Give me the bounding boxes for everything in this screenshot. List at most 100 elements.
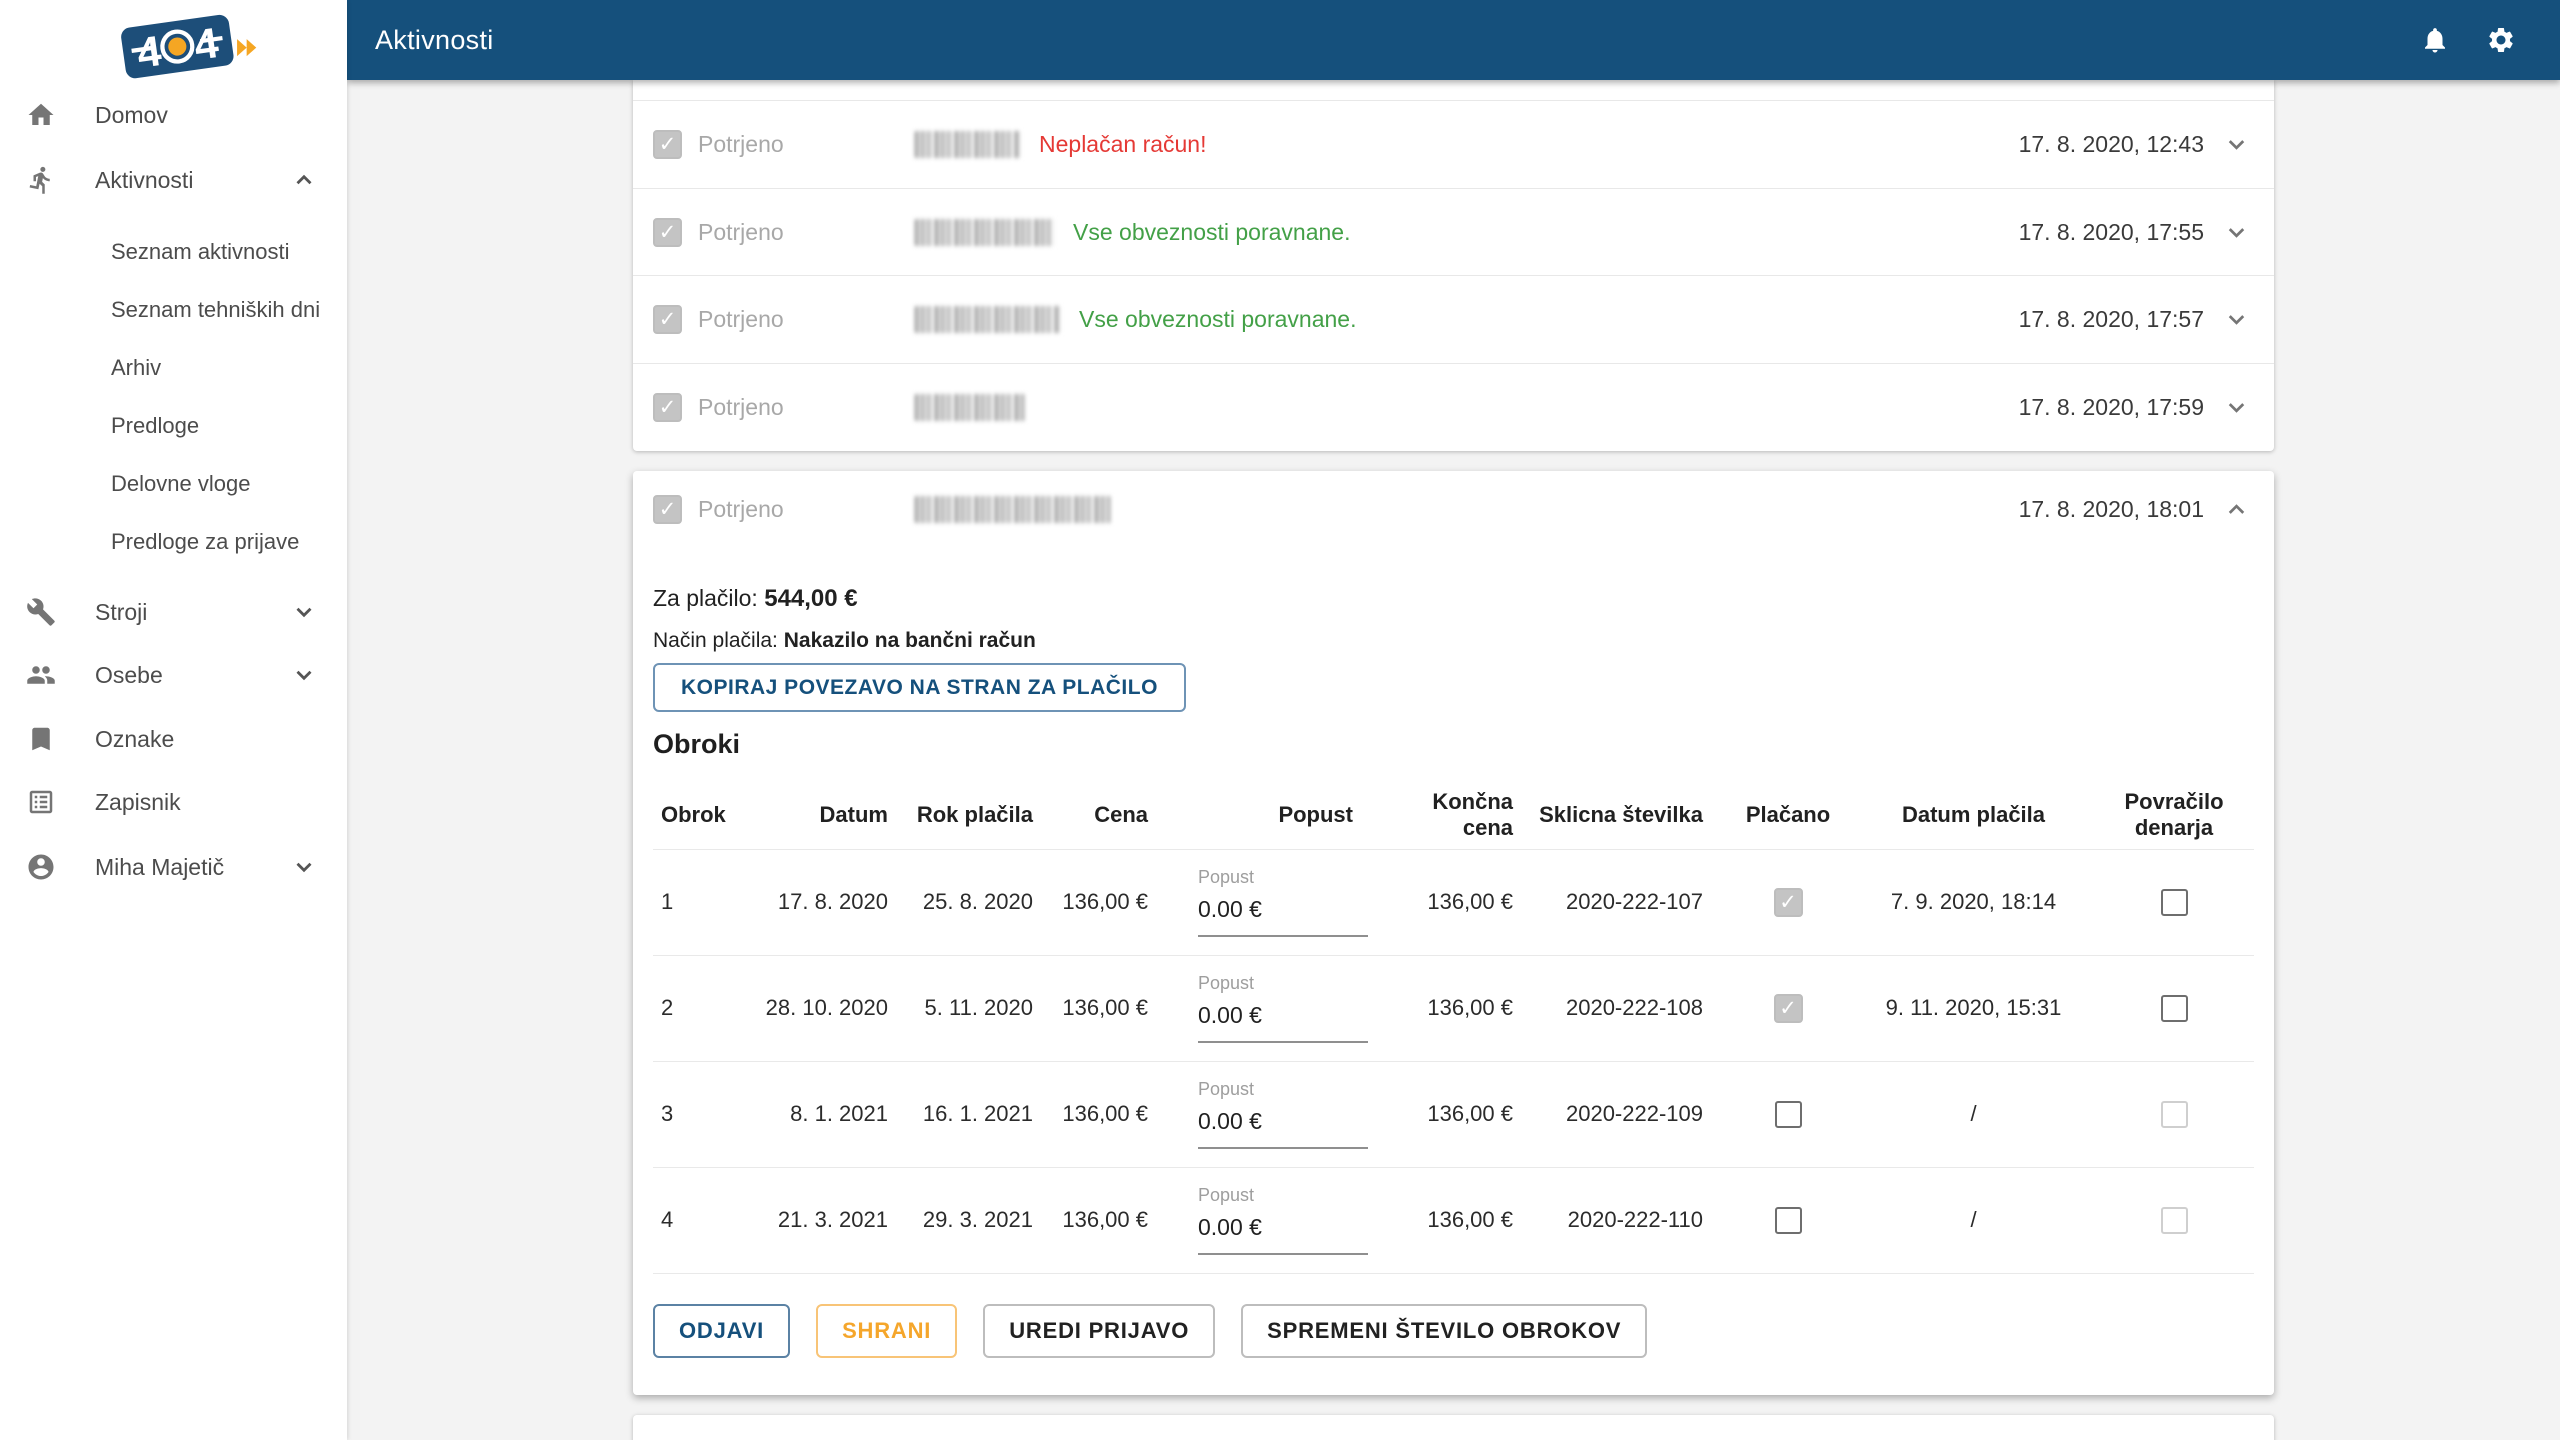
popust-input[interactable] [1198, 1108, 1368, 1149]
potrjeno-checkbox [653, 217, 682, 247]
col-rok-placila: Rok plačila [916, 801, 1033, 827]
redacted-name [915, 218, 1055, 246]
logo-404-icon: 4 4 [121, 14, 257, 79]
sidebar-item-oznake[interactable]: Oznake [0, 711, 347, 767]
sidebar-item-arhiv[interactable]: Arhiv [0, 344, 347, 392]
sidebar-item-domov[interactable]: Domov [0, 87, 347, 143]
payment-amount-line: Za plačilo: 544,00 € [653, 585, 858, 613]
timestamp: 17. 8. 2020, 17:57 [2018, 306, 2204, 333]
chevron-down-icon[interactable] [2223, 306, 2250, 333]
expanded-activity-header[interactable]: Potrjeno 17. 8. 2020, 18:01 [633, 471, 2274, 547]
chevron-up-icon[interactable] [2223, 496, 2250, 523]
sidebar-child-label: Arhiv [111, 355, 162, 380]
sidebar-item-user-account[interactable]: Miha Majetič [0, 839, 347, 895]
activity-row-partial-bottom[interactable] [633, 1415, 2274, 1440]
popust-input-field: Popust [1198, 973, 1368, 1043]
obrok-sklicna-stevilka: 2020-222-110 [1567, 1207, 1703, 1232]
activity-row[interactable]: Potrjeno 17. 8. 2020, 17:59 [633, 363, 2274, 451]
col-datum-placila: Datum plačila [1901, 801, 2046, 827]
povracilo-checkbox[interactable] [2160, 888, 2188, 916]
wrench-icon [26, 597, 56, 627]
list-icon [26, 787, 56, 817]
payment-method-label: Način plačila: [653, 629, 778, 652]
account-circle-icon [26, 852, 56, 882]
obrok-datum: 21. 3. 2021 [777, 1207, 888, 1232]
obrok-koncna-cena: 136,00 € [1427, 889, 1513, 914]
bookmark-icon [26, 724, 56, 754]
redacted-name [915, 130, 1021, 158]
chevron-down-icon [291, 662, 317, 688]
placano-checkbox[interactable] [1774, 1206, 1802, 1234]
installment-row: 4 21. 3. 2021 29. 3. 2021 136,00 € Popus… [653, 1167, 2254, 1273]
spremeni-stevilo-obrokov-button[interactable]: SPREMENI ŠTEVILO OBROKOV [1241, 1304, 1648, 1358]
popust-input[interactable] [1198, 896, 1368, 937]
obrok-datum: 28. 10. 2020 [765, 995, 888, 1020]
sidebar-item-seznam-tehniskih-dni[interactable]: Seznam tehniških dni [0, 286, 347, 334]
uredi-prijavo-button[interactable]: UREDI PRIJAVO [983, 1304, 1216, 1358]
obrok-sklicna-stevilka: 2020-222-108 [1565, 995, 1703, 1020]
obrok-datum-placila: / [1970, 1101, 1977, 1126]
odjavi-button[interactable]: ODJAVI [653, 1304, 791, 1358]
status-text: Vse obveznosti poravnane. [1073, 218, 1351, 245]
sidebar-item-label: Osebe [95, 661, 163, 688]
obrok-number: 1 [661, 889, 674, 914]
payment-method-value: Nakazilo na bančni račun [783, 629, 1036, 652]
chevron-down-icon[interactable] [2223, 394, 2250, 421]
sidebar-item-label: Zapisnik [95, 788, 181, 815]
sidebar-item-osebe[interactable]: Osebe [0, 647, 347, 703]
placano-checkbox [1773, 993, 1803, 1023]
shrani-button[interactable]: SHRANI [816, 1304, 958, 1358]
obrok-number: 2 [661, 995, 674, 1020]
obrok-number: 3 [661, 1101, 674, 1126]
popust-input[interactable] [1198, 1214, 1368, 1255]
col-datum: Datum [819, 801, 888, 827]
installments-header-row: Obrok Datum Rok plačila Cena Popust Konč… [653, 781, 2254, 849]
people-icon [26, 660, 56, 690]
col-obrok: Obrok [661, 801, 726, 827]
sidebar-item-seznam-aktivnosti[interactable]: Seznam aktivnosti [0, 228, 347, 276]
popust-input[interactable] [1198, 1002, 1368, 1043]
potrjeno-label: Potrjeno [698, 393, 784, 420]
sidebar-item-aktivnosti[interactable]: Aktivnosti [0, 152, 347, 208]
obrok-rok-placila: 5. 11. 2020 [924, 995, 1033, 1020]
sidebar-item-label: Oznake [95, 725, 175, 752]
activity-row[interactable]: Potrjeno Vse obveznosti poravnane. 17. 8… [633, 275, 2274, 363]
page-title: Aktivnosti [375, 24, 494, 55]
main-content: Potrjeno Neplačan račun! 17. 8. 2020, 12… [633, 80, 2274, 1440]
sidebar-item-delovne-vloge[interactable]: Delovne vloge [0, 460, 347, 508]
notifications-bell-icon[interactable] [2420, 25, 2450, 55]
sidebar-item-predloge[interactable]: Predloge [0, 402, 347, 450]
activity-row-partial[interactable] [633, 80, 2274, 100]
obrok-cena: 136,00 € [1062, 1207, 1148, 1232]
obrok-sklicna-stevilka: 2020-222-109 [1565, 1101, 1703, 1126]
sidebar-item-stroji[interactable]: Stroji [0, 584, 347, 640]
potrjeno-label: Potrjeno [698, 306, 784, 333]
chevron-down-icon [291, 854, 317, 880]
chevron-down-icon[interactable] [2223, 219, 2250, 246]
obrok-datum-placila: 7. 9. 2020, 18:14 [1890, 889, 2057, 914]
timestamp: 17. 8. 2020, 17:55 [2018, 218, 2204, 245]
potrjeno-checkbox [653, 392, 682, 422]
app-logo[interactable]: 4 4 [108, 6, 278, 86]
activity-row[interactable]: Potrjeno Vse obveznosti poravnane. 17. 8… [633, 187, 2274, 276]
sidebar-item-predloge-za-prijave[interactable]: Predloge za prijave [0, 518, 347, 566]
activity-list: Potrjeno Neplačan račun! 17. 8. 2020, 12… [633, 80, 2274, 451]
placano-checkbox[interactable] [1774, 1100, 1802, 1128]
copy-payment-link-button[interactable]: KOPIRAJ POVEZAVO NA STRAN ZA PLAČILO [653, 663, 1186, 712]
obrok-datum: 17. 8. 2020 [777, 889, 888, 914]
installments-table: Obrok Datum Rok plačila Cena Popust Konč… [653, 781, 2254, 1274]
installment-row: 1 17. 8. 2020 25. 8. 2020 136,00 € Popus… [653, 849, 2254, 955]
obrok-cena: 136,00 € [1062, 889, 1148, 914]
povracilo-checkbox[interactable] [2160, 994, 2188, 1022]
settings-gear-icon[interactable] [2486, 25, 2516, 55]
obrok-koncna-cena: 136,00 € [1427, 995, 1513, 1020]
chevron-down-icon[interactable] [2223, 131, 2250, 158]
chevron-down-icon [291, 599, 317, 625]
installment-row: 2 28. 10. 2020 5. 11. 2020 136,00 € Popu… [653, 955, 2254, 1061]
col-sklicna-stevilka: Sklicna številka [1539, 801, 1703, 827]
redacted-name [915, 393, 1025, 421]
sidebar-item-zapisnik[interactable]: Zapisnik [0, 774, 347, 830]
sidebar-child-label: Delovne vloge [111, 471, 251, 496]
popust-floating-label: Popust [1198, 973, 1255, 993]
activity-row[interactable]: Potrjeno Neplačan račun! 17. 8. 2020, 12… [633, 100, 2274, 188]
